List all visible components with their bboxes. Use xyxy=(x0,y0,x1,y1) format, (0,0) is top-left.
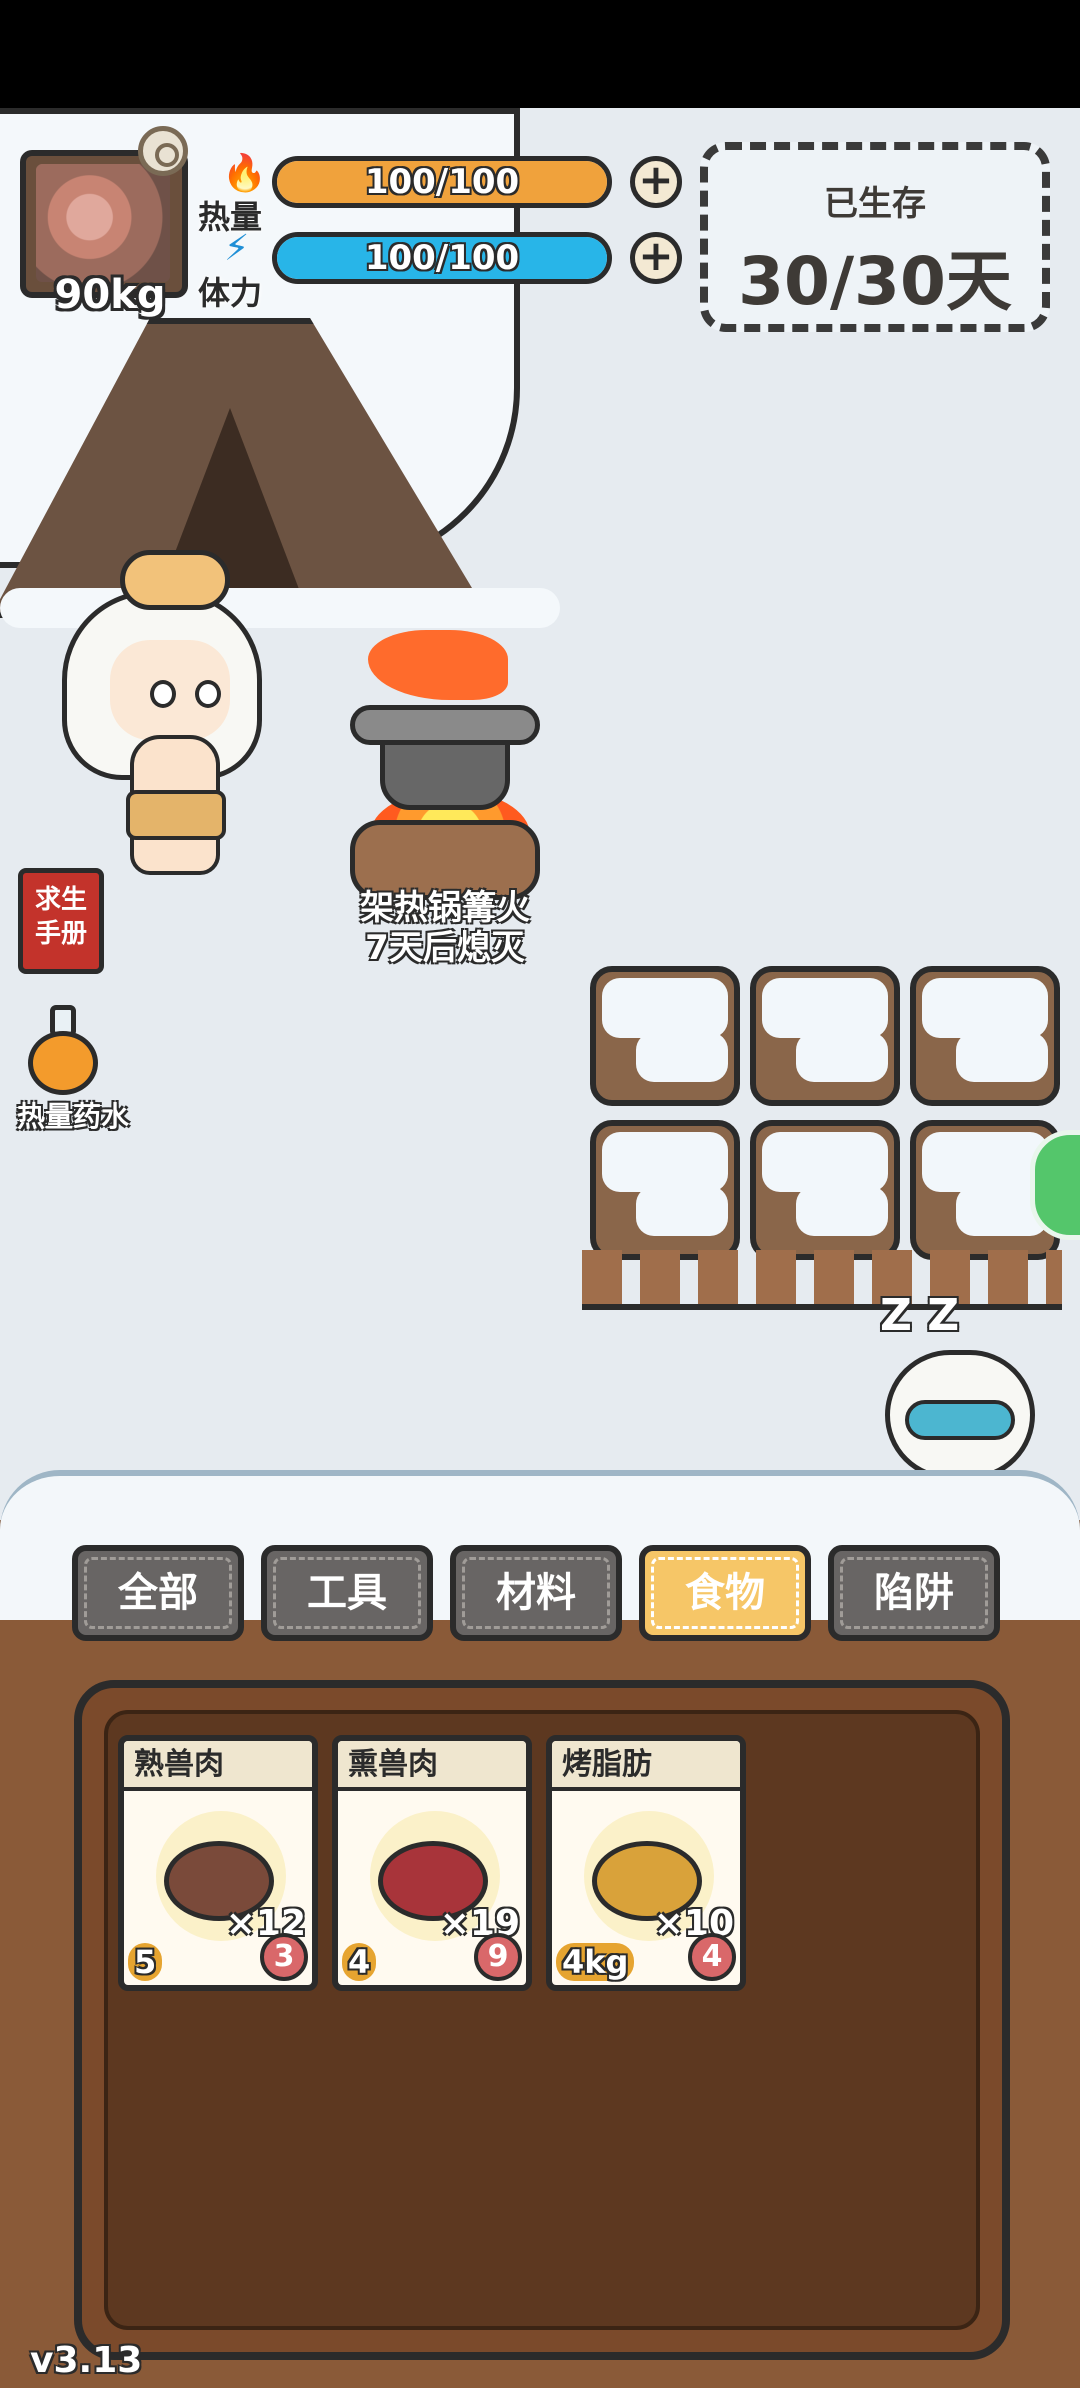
lightning-icon: ⚡ xyxy=(224,228,250,269)
character-bow xyxy=(120,550,230,610)
pot-lid xyxy=(350,705,540,745)
tab-label: 陷阱 xyxy=(840,1557,988,1629)
character-skirt xyxy=(126,790,226,840)
tab-materials[interactable]: 材料 xyxy=(450,1545,622,1641)
tab-all[interactable]: 全部 xyxy=(72,1545,244,1641)
stamina-label: 体力 xyxy=(198,274,263,312)
survival-counter: 已生存 30/30天 xyxy=(700,142,1050,332)
item-name: 熟兽肉 xyxy=(124,1741,312,1791)
item-heat-badge: 9 xyxy=(474,1933,522,1981)
potion-button[interactable] xyxy=(28,1005,98,1095)
add-heat-button[interactable]: + xyxy=(630,156,682,208)
campfire-label: 架热锅篝火 7天后熄灭 xyxy=(300,888,590,968)
item-heat-badge: 3 xyxy=(260,1933,308,1981)
survival-days: 30/30天 xyxy=(738,243,1012,320)
item-name: 熏兽肉 xyxy=(338,1741,526,1791)
item-card[interactable]: 烤脂肪 ×10 4kg 4 xyxy=(546,1735,746,1991)
gear-icon[interactable] xyxy=(138,126,188,176)
farm-plot[interactable] xyxy=(590,966,740,1106)
tab-tools[interactable]: 工具 xyxy=(261,1545,433,1641)
survival-label: 已生存 xyxy=(824,184,926,224)
tab-label: 全部 xyxy=(84,1557,232,1629)
farm-plot[interactable] xyxy=(590,1120,740,1260)
add-stamina-button[interactable]: + xyxy=(630,232,682,284)
stamina-bar: 100/100 xyxy=(272,232,612,284)
flame-icon: 🔥 xyxy=(222,153,267,194)
fence xyxy=(582,1250,1062,1310)
tab-food[interactable]: 食物 xyxy=(639,1545,811,1641)
sleep-mask xyxy=(905,1400,1015,1440)
tab-label: 工具 xyxy=(273,1557,421,1629)
weight-value: 90kg xyxy=(54,272,166,318)
tab-traps[interactable]: 陷阱 xyxy=(828,1545,1000,1641)
inventory-tabs: 全部 工具 材料 食物 陷阱 xyxy=(72,1545,1012,1645)
avatar[interactable] xyxy=(36,164,170,282)
farm-plot[interactable] xyxy=(910,966,1060,1106)
farm-plot[interactable] xyxy=(750,966,900,1106)
potion-label: 热量药水 xyxy=(16,1100,129,1133)
tab-label: 材料 xyxy=(462,1557,610,1629)
character-eye xyxy=(195,680,221,708)
tab-label: 食物 xyxy=(651,1557,799,1629)
chat-icon[interactable] xyxy=(1030,1130,1080,1240)
item-card[interactable]: 熏兽肉 ×19 4 9 xyxy=(332,1735,532,1991)
farm-plot[interactable] xyxy=(750,1120,900,1260)
potion-icon xyxy=(28,1031,98,1095)
campfire-remaining: 7天后熄灭 xyxy=(365,928,525,968)
item-heat-badge: 4 xyxy=(688,1933,736,1981)
survival-manual-label: 求生 手册 xyxy=(34,885,87,949)
stamina-value: 100/100 xyxy=(364,238,520,278)
character-eye xyxy=(150,680,176,708)
item-weight-badge: 5 xyxy=(128,1943,163,1981)
status-bar xyxy=(0,0,1080,108)
zzz-icon: Z Z xyxy=(880,1290,960,1341)
item-weight-badge: 4kg xyxy=(556,1943,635,1981)
heat-value: 100/100 xyxy=(364,162,520,202)
item-weight-badge: 4 xyxy=(342,1943,377,1981)
item-card[interactable]: 熟兽肉 ×12 5 3 xyxy=(118,1735,318,1991)
campfire-name: 架热锅篝火 xyxy=(360,888,530,928)
item-name: 烤脂肪 xyxy=(552,1741,740,1791)
survival-manual-button[interactable]: 求生 手册 xyxy=(18,868,104,974)
heat-bar: 100/100 xyxy=(272,156,612,208)
version-label: v3.13 xyxy=(30,2340,143,2381)
